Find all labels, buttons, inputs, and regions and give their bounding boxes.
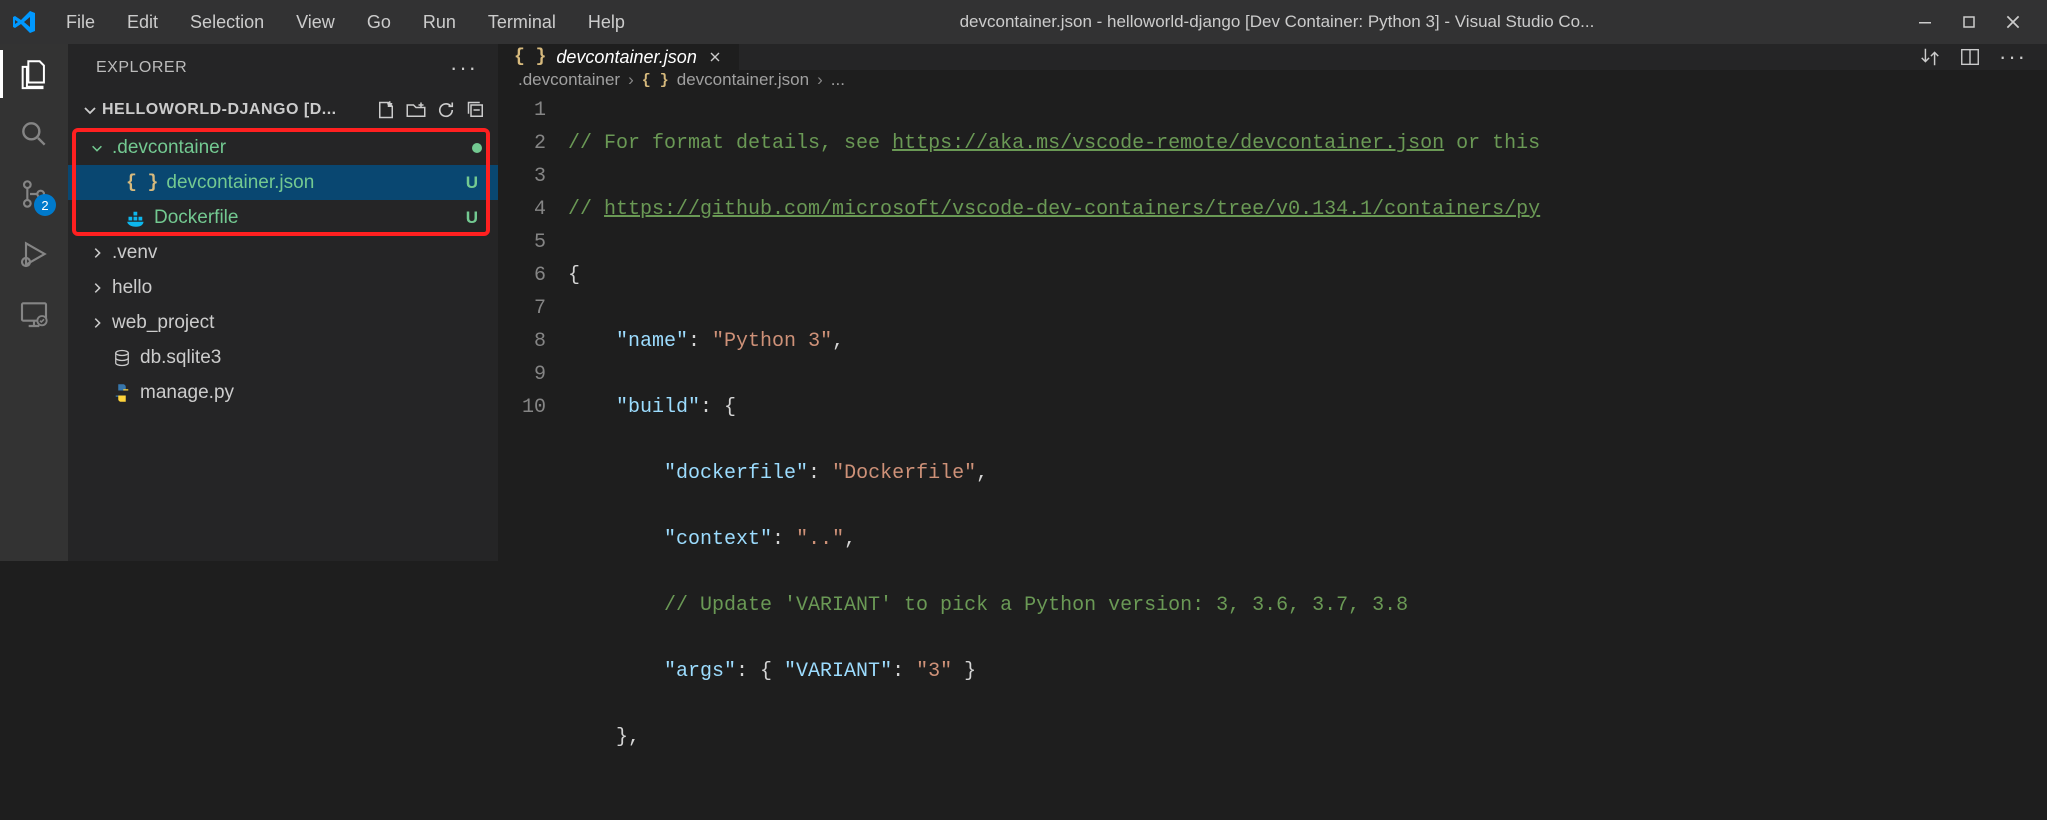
code-content[interactable]: // For format details, see https://aka.m… xyxy=(568,90,2047,820)
menu-terminal[interactable]: Terminal xyxy=(474,6,570,39)
tree-label: .devcontainer xyxy=(112,137,464,159)
docker-file-icon xyxy=(126,208,146,228)
tree-label: .venv xyxy=(112,242,482,264)
tree-label: devcontainer.json xyxy=(166,172,457,194)
split-editor-icon[interactable] xyxy=(1959,46,1981,68)
tree-file-devcontainer-json[interactable]: { } devcontainer.json U xyxy=(68,165,498,200)
sidebar: EXPLORER ··· HELLOWORLD-DJANGO [D... .de… xyxy=(68,44,498,561)
sidebar-header: EXPLORER ··· xyxy=(68,44,498,92)
maximize-button[interactable] xyxy=(1959,12,1979,32)
line-number: 7 xyxy=(498,292,546,325)
chevron-right-icon xyxy=(90,281,104,295)
new-folder-icon[interactable] xyxy=(406,100,426,120)
json-file-icon: { } xyxy=(514,47,546,67)
json-file-icon: { } xyxy=(642,72,669,89)
menu-edit[interactable]: Edit xyxy=(113,6,172,39)
breadcrumb-seg[interactable]: .devcontainer xyxy=(518,70,620,90)
chevron-right-icon xyxy=(90,316,104,330)
activity-explorer[interactable] xyxy=(16,56,52,92)
tree-label: manage.py xyxy=(140,382,482,404)
tree-label: db.sqlite3 xyxy=(140,347,482,369)
line-number: 1 xyxy=(498,94,546,127)
chevron-right-icon xyxy=(90,246,104,260)
titlebar: File Edit Selection View Go Run Terminal… xyxy=(0,0,2047,44)
tree-file-dockerfile[interactable]: Dockerfile U xyxy=(68,200,498,235)
tree-folder-devcontainer[interactable]: .devcontainer xyxy=(68,130,498,165)
tree-folder-hello[interactable]: hello xyxy=(68,270,498,305)
chevron-down-icon xyxy=(82,102,98,118)
editor-actions: ··· xyxy=(1919,44,2047,70)
collapse-all-icon[interactable] xyxy=(466,100,486,120)
files-icon xyxy=(17,57,51,91)
activity-remote[interactable] xyxy=(16,296,52,332)
line-number: 10 xyxy=(498,391,546,424)
editor-body[interactable]: 1 2 3 4 5 6 7 8 9 10 // For format detai… xyxy=(498,90,2047,820)
project-title: HELLOWORLD-DJANGO [D... xyxy=(102,101,337,119)
refresh-icon[interactable] xyxy=(436,100,456,120)
tree-label: hello xyxy=(112,277,482,299)
editor-area: { } devcontainer.json ··· .devcontainer … xyxy=(498,44,2047,561)
line-number: 3 xyxy=(498,160,546,193)
file-tree: .devcontainer { } devcontainer.json U Do… xyxy=(68,128,498,561)
new-file-icon[interactable] xyxy=(376,100,396,120)
line-number-gutter: 1 2 3 4 5 6 7 8 9 10 xyxy=(498,90,568,820)
database-file-icon xyxy=(112,348,132,368)
project-actions xyxy=(376,100,486,120)
activity-search[interactable] xyxy=(16,116,52,152)
line-number: 6 xyxy=(498,259,546,292)
tab-devcontainer-json[interactable]: { } devcontainer.json xyxy=(498,44,740,70)
git-modified-dot-icon xyxy=(472,143,482,153)
menu-selection[interactable]: Selection xyxy=(176,6,278,39)
activity-debug[interactable] xyxy=(16,236,52,272)
tree-file-manage-py[interactable]: manage.py xyxy=(68,375,498,410)
tree-file-db-sqlite3[interactable]: db.sqlite3 xyxy=(68,340,498,375)
remote-explorer-icon xyxy=(18,298,50,330)
window-controls xyxy=(1915,12,2039,32)
tree-folder-web-project[interactable]: web_project xyxy=(68,305,498,340)
chevron-right-icon: › xyxy=(628,70,634,90)
close-tab-icon[interactable] xyxy=(707,49,723,65)
python-file-icon xyxy=(112,383,132,403)
tree-folder-venv[interactable]: .venv xyxy=(68,235,498,270)
activitybar: 2 xyxy=(0,44,68,561)
chevron-right-icon: › xyxy=(817,70,823,90)
minimize-button[interactable] xyxy=(1915,12,1935,32)
compare-changes-icon[interactable] xyxy=(1919,46,1941,68)
tree-label: Dockerfile xyxy=(154,207,458,229)
project-header[interactable]: HELLOWORLD-DJANGO [D... xyxy=(68,92,498,128)
json-file-icon: { } xyxy=(126,173,158,193)
line-number: 5 xyxy=(498,226,546,259)
menu-help[interactable]: Help xyxy=(574,6,639,39)
search-icon xyxy=(18,118,50,150)
titlebar-left: File Edit Selection View Go Run Terminal… xyxy=(8,6,639,39)
editor-more-icon[interactable]: ··· xyxy=(1999,44,2027,70)
menu-run[interactable]: Run xyxy=(409,6,470,39)
breadcrumb-seg[interactable]: ... xyxy=(831,70,845,90)
sidebar-more-icon[interactable]: ··· xyxy=(450,55,478,81)
menu-file[interactable]: File xyxy=(52,6,109,39)
window-title: devcontainer.json - helloworld-django [D… xyxy=(639,12,1915,32)
line-number: 4 xyxy=(498,193,546,226)
run-debug-icon xyxy=(18,238,50,270)
vscode-logo-icon xyxy=(12,10,36,34)
menu-go[interactable]: Go xyxy=(353,6,405,39)
scm-badge: 2 xyxy=(34,194,56,216)
close-button[interactable] xyxy=(2003,12,2023,32)
chevron-down-icon xyxy=(90,141,104,155)
line-number: 9 xyxy=(498,358,546,391)
tree-label: web_project xyxy=(112,312,482,334)
breadcrumb[interactable]: .devcontainer › { } devcontainer.json › … xyxy=(498,70,2047,90)
line-number: 2 xyxy=(498,127,546,160)
tabs-row: { } devcontainer.json ··· xyxy=(498,44,2047,70)
main-area: 2 EXPLORER ··· HELLOWORLD-DJANGO [D... xyxy=(0,44,2047,561)
line-number: 8 xyxy=(498,325,546,358)
breadcrumb-seg[interactable]: devcontainer.json xyxy=(677,70,809,90)
tab-label: devcontainer.json xyxy=(556,47,696,68)
sidebar-title: EXPLORER xyxy=(96,59,187,77)
menu-view[interactable]: View xyxy=(282,6,349,39)
git-status: U xyxy=(466,173,478,193)
git-status: U xyxy=(466,208,478,228)
activity-scm[interactable]: 2 xyxy=(16,176,52,212)
